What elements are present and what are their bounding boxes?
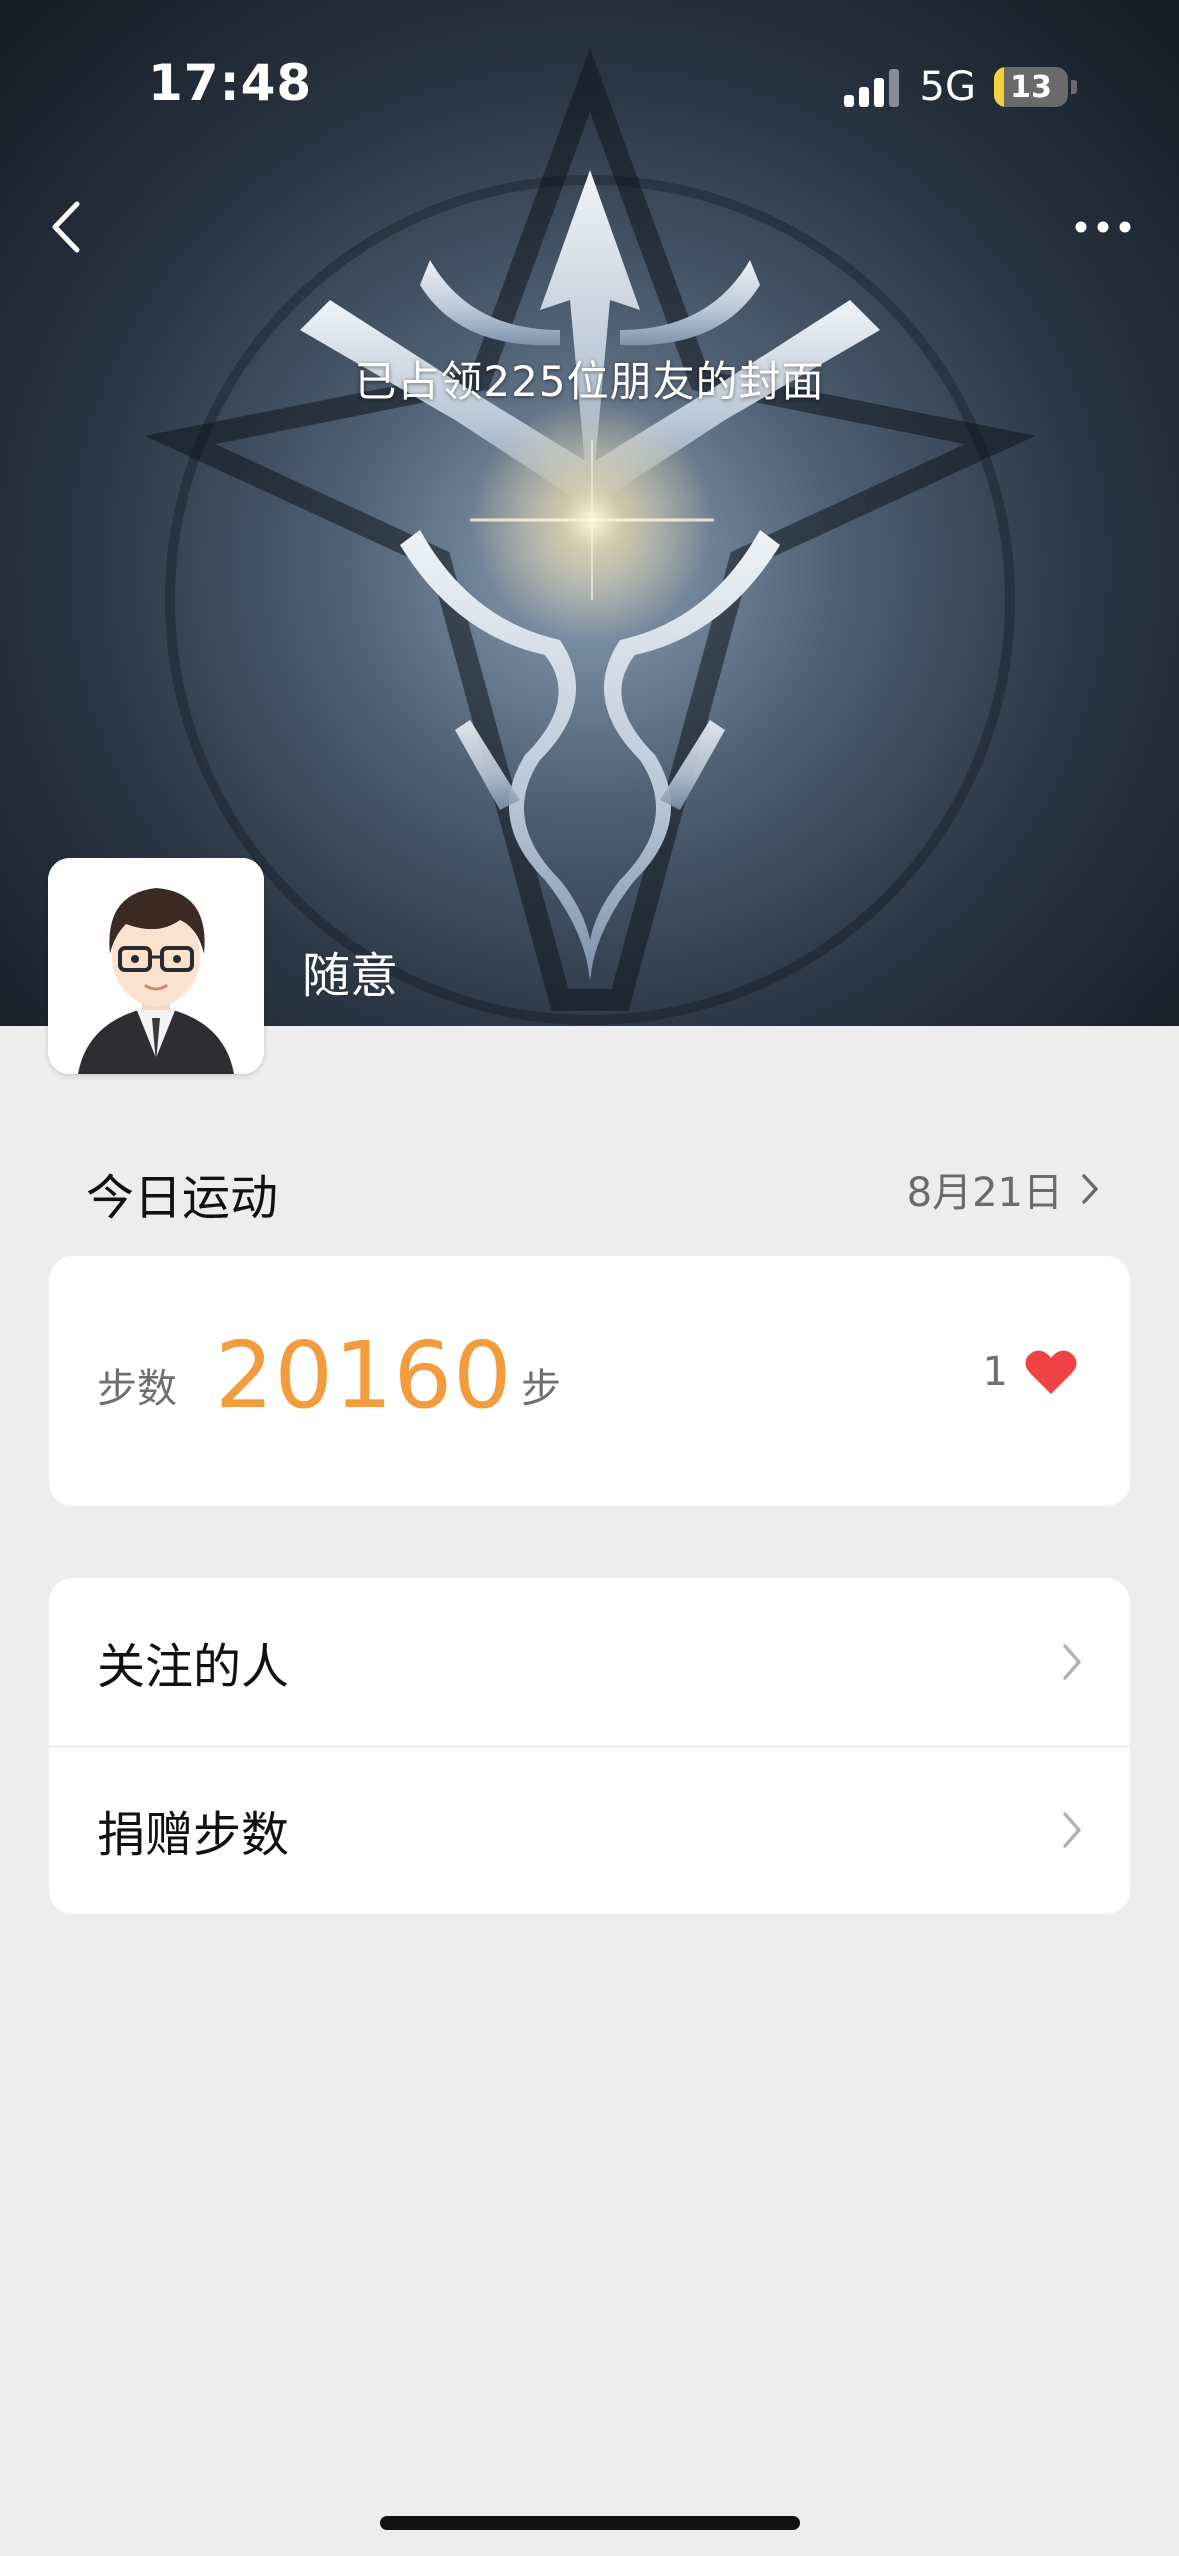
back-button[interactable]: [36, 192, 96, 262]
more-dots-icon: [1075, 221, 1131, 233]
steps-value: 20160: [215, 1322, 513, 1429]
status-indicators: 5G 13: [843, 64, 1077, 110]
cellular-signal-icon: [843, 69, 899, 107]
date-selector[interactable]: 8月21日: [907, 1160, 1099, 1218]
avatar[interactable]: [48, 858, 264, 1074]
avatar-cartoon-icon: [48, 858, 264, 1074]
menu-item-label: 捐赠步数: [97, 1807, 290, 1863]
heart-icon: [1025, 1350, 1077, 1394]
battery-percentage: 13: [1010, 69, 1052, 105]
chevron-right-icon: [1082, 1174, 1098, 1204]
menu-card: 关注的人 捐赠步数: [49, 1578, 1130, 1914]
section-title-today: 今日运动: [86, 1170, 279, 1226]
likes-count: 1: [982, 1349, 1008, 1395]
steps-unit: 步: [521, 1366, 561, 1412]
username: 随意: [302, 948, 399, 1004]
date-label: 8月21日: [906, 1170, 1063, 1216]
battery-icon: 13: [994, 67, 1068, 107]
cover-caption: 已占领225位朋友的封面: [354, 357, 825, 406]
steps-label: 步数: [97, 1366, 177, 1412]
home-indicator: [380, 2516, 800, 2530]
chevron-right-icon: [1063, 1644, 1081, 1680]
network-type: 5G: [919, 64, 976, 110]
steps-card[interactable]: 步数 20160 步 1: [49, 1256, 1130, 1506]
chevron-left-icon: [52, 201, 80, 253]
status-time: 17:48: [148, 54, 313, 112]
menu-item-donate-steps[interactable]: 捐赠步数: [49, 1746, 1130, 1914]
more-options-button[interactable]: [1063, 200, 1143, 254]
chevron-right-icon: [1063, 1812, 1081, 1848]
like-button[interactable]: 1: [983, 1348, 1078, 1396]
menu-item-following[interactable]: 关注的人: [49, 1578, 1130, 1746]
battery-cap: [1071, 80, 1077, 94]
menu-item-label: 关注的人: [97, 1639, 290, 1695]
